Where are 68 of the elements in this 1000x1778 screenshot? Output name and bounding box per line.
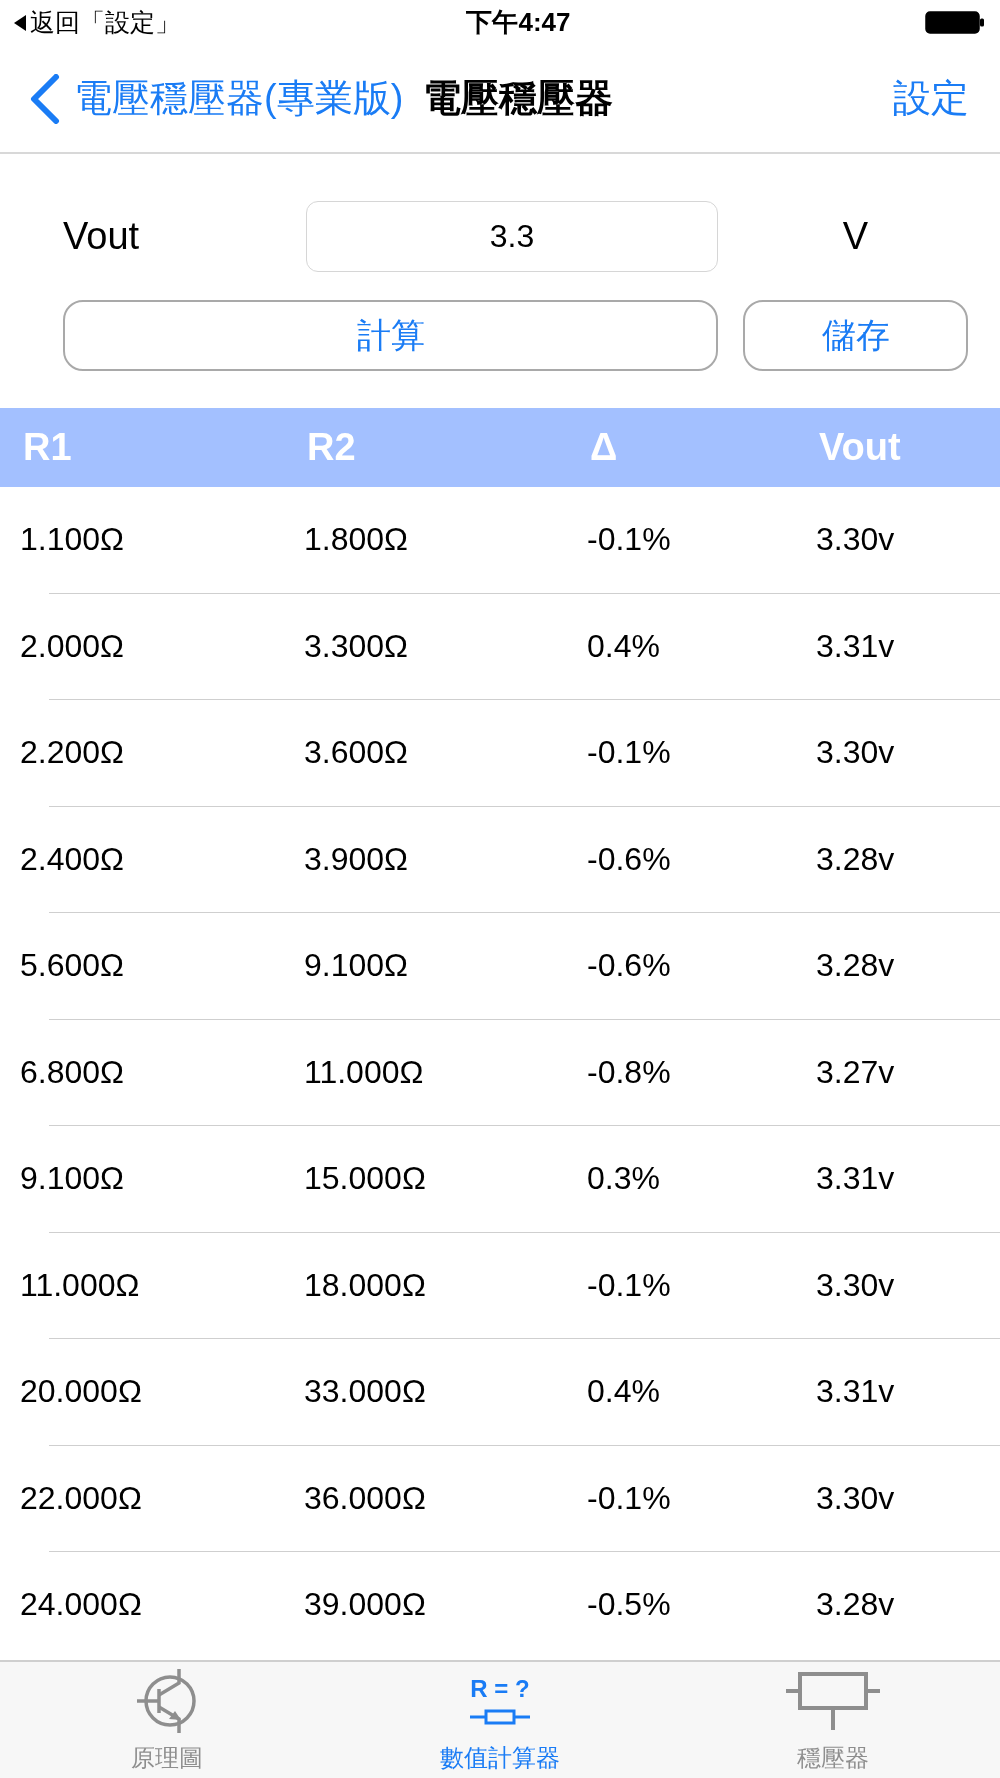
column-header: Vout (819, 426, 901, 469)
table-cell: 3.27v (816, 1053, 895, 1091)
table-cell: 22.000Ω (20, 1479, 142, 1517)
table-cell: 9.100Ω (304, 947, 408, 985)
table-cell: 9.100Ω (20, 1160, 124, 1198)
tab-bar-item[interactable]: 穩壓器 (666, 1662, 1000, 1778)
table-cell: 3.31v (816, 1160, 895, 1198)
battery-icon (925, 11, 985, 34)
table-cell: -0.1% (587, 1266, 671, 1304)
table-cell: -0.1% (587, 734, 671, 772)
table-cell: 3.28v (816, 840, 895, 878)
column-header: R1 (23, 426, 72, 469)
formula-label: R = ? (470, 1677, 530, 1700)
table-cell: -0.6% (587, 947, 671, 985)
status-time: 下午4:47 (465, 6, 571, 39)
chevron-left-icon (28, 73, 60, 124)
tab-bar-item[interactable]: R = ? 數值計算器 (333, 1662, 667, 1778)
column-header: R2 (307, 426, 356, 469)
table-cell: 3.900Ω (304, 840, 408, 878)
table-cell: 18.000Ω (304, 1266, 426, 1304)
regulator-icon (786, 1672, 881, 1730)
table-cell: 3.30v (816, 1479, 895, 1517)
table-cell: 36.000Ω (304, 1479, 426, 1517)
table-cell: 5.600Ω (20, 947, 124, 985)
save-button[interactable]: 儲存 (743, 300, 968, 371)
triangle-left-icon (14, 14, 26, 31)
table-cell: 3.28v (816, 947, 895, 985)
table-cell: 3.31v (816, 1373, 895, 1411)
table-cell: -0.5% (587, 1586, 671, 1624)
table-cell: 2.200Ω (20, 734, 124, 772)
calculate-button[interactable]: 計算 (63, 300, 718, 371)
table-cell: 24.000Ω (20, 1586, 142, 1624)
vout-input[interactable]: 3.3 (306, 201, 718, 272)
table-cell: 3.30v (816, 1266, 895, 1304)
table-cell: 0.4% (587, 1373, 660, 1411)
unit-label: V (842, 215, 869, 258)
back-button[interactable]: 電壓穩壓器(專業版) (28, 73, 404, 124)
table-cell: 2.000Ω (20, 627, 124, 665)
vout-label: Vout (63, 215, 140, 258)
table-cell: -0.1% (587, 1479, 671, 1517)
table-cell: 3.30v (816, 734, 895, 772)
table-cell: 3.31v (816, 627, 895, 665)
table-cell: 11.000Ω (304, 1053, 424, 1091)
table-cell: 1.100Ω (20, 521, 124, 559)
resistor-icon (470, 1708, 530, 1725)
table-cell: 3.600Ω (304, 734, 408, 772)
table-cell: 3.28v (816, 1586, 895, 1624)
table-cell: 0.3% (587, 1160, 660, 1198)
table-cell: -0.8% (587, 1053, 671, 1091)
settings-button[interactable]: 設定 (893, 73, 969, 124)
table-cell: 20.000Ω (20, 1373, 142, 1411)
back-to-settings-link[interactable]: 返回「設定」 (14, 6, 180, 39)
table-cell: 33.000Ω (304, 1373, 426, 1411)
nav-title: 電壓穩壓器 (423, 76, 614, 121)
table-cell: 2.400Ω (20, 840, 124, 878)
table-cell: 39.000Ω (304, 1586, 426, 1624)
table-cell: 11.000Ω (20, 1266, 140, 1304)
tab-bar-item[interactable]: 原理圖 (0, 1662, 334, 1778)
transistor-icon (136, 1669, 197, 1733)
table-cell: 0.4% (587, 627, 660, 665)
table-cell: 15.000Ω (304, 1160, 426, 1198)
table-cell: -0.6% (587, 840, 671, 878)
table-cell: -0.1% (587, 521, 671, 559)
table-cell: 1.800Ω (304, 521, 408, 559)
table-cell: 3.30v (816, 521, 895, 559)
table-cell: 3.300Ω (304, 627, 408, 665)
table-cell: 6.800Ω (20, 1053, 124, 1091)
column-header: Δ (590, 426, 618, 469)
